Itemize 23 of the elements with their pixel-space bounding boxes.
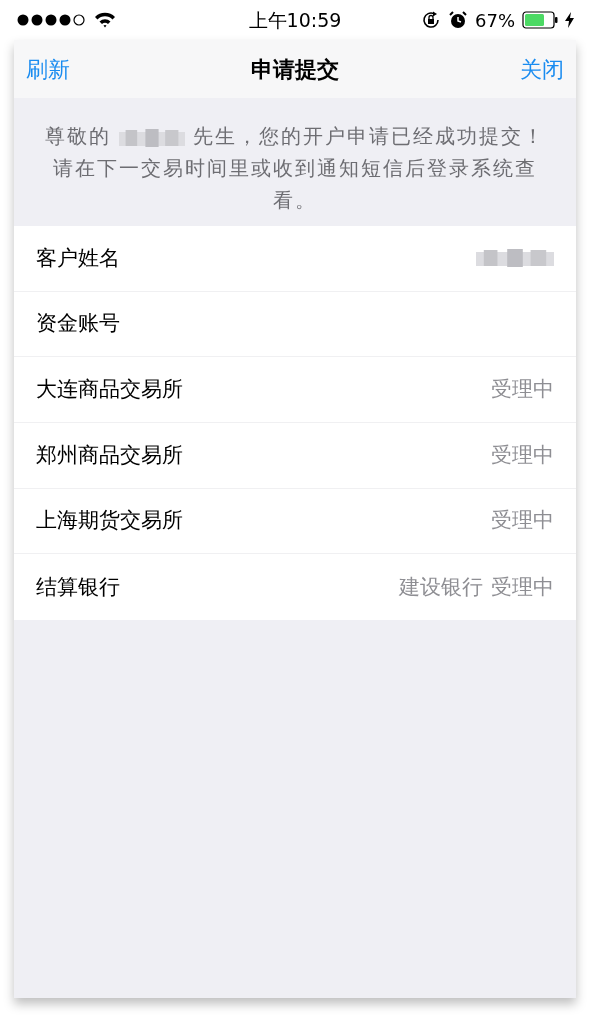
- row-label: 大连商品交易所: [36, 375, 183, 403]
- battery-percent: 67%: [475, 8, 515, 33]
- battery-icon: [522, 11, 558, 29]
- row-value: 建设银行: [399, 573, 483, 601]
- row-value: 受理中: [491, 507, 554, 535]
- success-message: 尊敬的 先生，您的开户申请已经成功提交！请在下一交易时间里或收到通知短信后登录系统查看。: [44, 123, 546, 214]
- row-label: 资金账号: [36, 310, 120, 338]
- rotation-lock-icon: [421, 10, 441, 30]
- row-label: 郑州商品交易所: [36, 441, 183, 469]
- row-value: 受理中: [491, 573, 554, 601]
- row-value: 受理中: [491, 375, 554, 403]
- row-label: 结算银行: [36, 573, 120, 601]
- row-label: 上海期货交易所: [36, 507, 183, 535]
- alarm-icon: [448, 10, 468, 30]
- refresh-button[interactable]: 刷新: [26, 52, 70, 86]
- row-label: 客户姓名: [36, 244, 120, 272]
- status-time: 上午10:59: [248, 7, 342, 33]
- row-value: 受理中: [491, 441, 554, 469]
- charging-icon: [565, 12, 574, 28]
- signal-icon: [16, 13, 88, 27]
- page-title: 申请提交: [251, 55, 339, 84]
- wifi-icon: [94, 12, 116, 28]
- close-button[interactable]: 关闭: [520, 52, 564, 86]
